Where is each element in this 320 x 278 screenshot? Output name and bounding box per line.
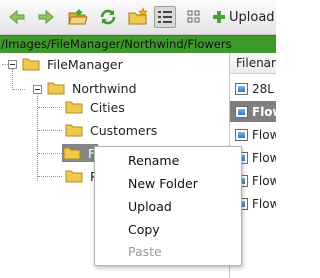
tree-node-p[interactable]: P xyxy=(65,167,98,185)
tree-node-flowers[interactable]: F xyxy=(62,144,99,162)
folder-icon xyxy=(47,82,65,95)
tree-node-label: Cities xyxy=(90,99,125,115)
thumbnails-view-icon[interactable] xyxy=(183,6,205,28)
folder-icon xyxy=(65,124,83,137)
address-path: /Images/FileManager/Northwind/Flowers xyxy=(1,37,232,51)
upload-label: Upload xyxy=(229,9,275,25)
file-name: 28L xyxy=(252,81,274,96)
selection-highlight: F xyxy=(62,144,99,162)
open-folder-icon[interactable] xyxy=(67,6,89,28)
tree-node-cities[interactable]: Cities xyxy=(65,98,125,116)
context-menu: Rename New Folder Upload Copy Paste xyxy=(94,146,242,266)
column-header-filename[interactable]: Filename xyxy=(230,53,276,74)
folder-icon xyxy=(22,58,40,71)
image-file-icon xyxy=(235,82,248,95)
folder-icon xyxy=(65,101,83,114)
new-folder-icon[interactable] xyxy=(127,6,149,28)
folder-icon xyxy=(65,170,83,183)
context-menu-paste: Paste xyxy=(128,244,162,259)
context-menu-copy[interactable]: Copy xyxy=(128,222,160,237)
file-name: Flow xyxy=(252,150,276,165)
file-name: Flow xyxy=(252,104,276,119)
toolbar: Upload xyxy=(0,0,276,35)
context-menu-rename[interactable]: Rename xyxy=(128,153,179,168)
tree-node-filemanager[interactable]: FileManager xyxy=(22,55,123,73)
address-bar[interactable]: /Images/FileManager/Northwind/Flowers xyxy=(0,35,276,54)
image-file-icon xyxy=(235,105,248,118)
refresh-icon[interactable] xyxy=(97,6,119,28)
folder-icon xyxy=(63,147,81,160)
file-name: Flow xyxy=(252,196,276,211)
file-row[interactable]: 28L xyxy=(230,78,276,99)
details-view-icon[interactable] xyxy=(154,6,176,28)
file-name: Flow xyxy=(252,127,276,142)
collapse-toggle-filemanager[interactable] xyxy=(8,60,17,69)
forward-arrow-icon[interactable] xyxy=(35,6,57,28)
column-header-label: Filename xyxy=(236,56,276,70)
file-row[interactable]: Flow xyxy=(230,124,276,145)
back-arrow-icon[interactable] xyxy=(6,6,28,28)
image-file-icon xyxy=(235,128,248,141)
tree-node-customers[interactable]: Customers xyxy=(65,121,157,139)
tree-node-label: FileManager xyxy=(47,56,123,72)
context-menu-upload[interactable]: Upload xyxy=(128,199,172,214)
tree-node-label: Customers xyxy=(90,122,158,138)
context-menu-new-folder[interactable]: New Folder xyxy=(128,176,198,191)
tree-node-northwind[interactable]: Northwind xyxy=(47,79,137,97)
tree-node-label: Northwind xyxy=(72,80,137,96)
upload-button[interactable]: Upload xyxy=(212,6,275,28)
file-name: Flow xyxy=(252,173,276,188)
plus-icon xyxy=(213,11,225,23)
file-row[interactable]: Flow xyxy=(230,101,276,122)
collapse-toggle-northwind[interactable] xyxy=(33,85,42,94)
